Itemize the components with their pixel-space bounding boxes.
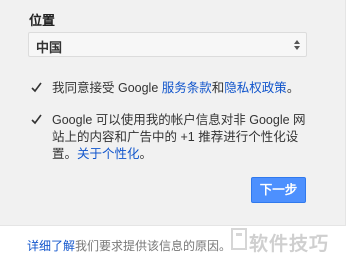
watermark-logo-icon bbox=[231, 228, 247, 250]
country-select[interactable]: 中国 bbox=[28, 32, 307, 57]
personalize-text: Google 可以使用我的帐户信息对非 Google 网站上的内容和广告中的 +… bbox=[52, 112, 314, 163]
terms-suffix: 。 bbox=[286, 81, 300, 95]
personalize-checkbox[interactable] bbox=[30, 113, 43, 126]
signup-panel: 位置 中国 我同意接受 Google 服务条款和隐私权政策。 Google 可以… bbox=[0, 0, 346, 226]
terms-prefix: 我同意接受 Google bbox=[52, 81, 162, 95]
personalize-suffix: 。 bbox=[139, 147, 153, 161]
watermark-text: 软件技巧 bbox=[249, 234, 330, 255]
checkmark-icon bbox=[31, 82, 42, 93]
terms-middle: 和 bbox=[211, 81, 225, 95]
location-label: 位置 bbox=[29, 13, 56, 28]
footer-text: 我们要求提供该信息的原因。 bbox=[75, 239, 232, 253]
country-select-value: 中国 bbox=[36, 40, 63, 55]
terms-row: 我同意接受 Google 服务条款和隐私权政策。 bbox=[28, 80, 318, 98]
watermark: 软件技巧 bbox=[230, 211, 348, 264]
next-button[interactable]: 下一步 bbox=[251, 177, 306, 203]
terms-text: 我同意接受 Google 服务条款和隐私权政策。 bbox=[52, 80, 314, 97]
checkmark-icon bbox=[31, 114, 42, 125]
tos-link[interactable]: 服务条款 bbox=[162, 81, 212, 95]
personalize-row: Google 可以使用我的帐户信息对非 Google 网站上的内容和广告中的 +… bbox=[28, 112, 318, 166]
terms-checkbox[interactable] bbox=[30, 81, 43, 94]
learn-more-link[interactable]: 详细了解 bbox=[27, 239, 75, 253]
personalization-link[interactable]: 关于个性化 bbox=[77, 147, 140, 161]
footer-note: 详细了解我们要求提供该信息的原因。 bbox=[27, 237, 231, 254]
privacy-link[interactable]: 隐私权政策 bbox=[224, 81, 287, 95]
updown-arrows-icon bbox=[293, 37, 301, 53]
